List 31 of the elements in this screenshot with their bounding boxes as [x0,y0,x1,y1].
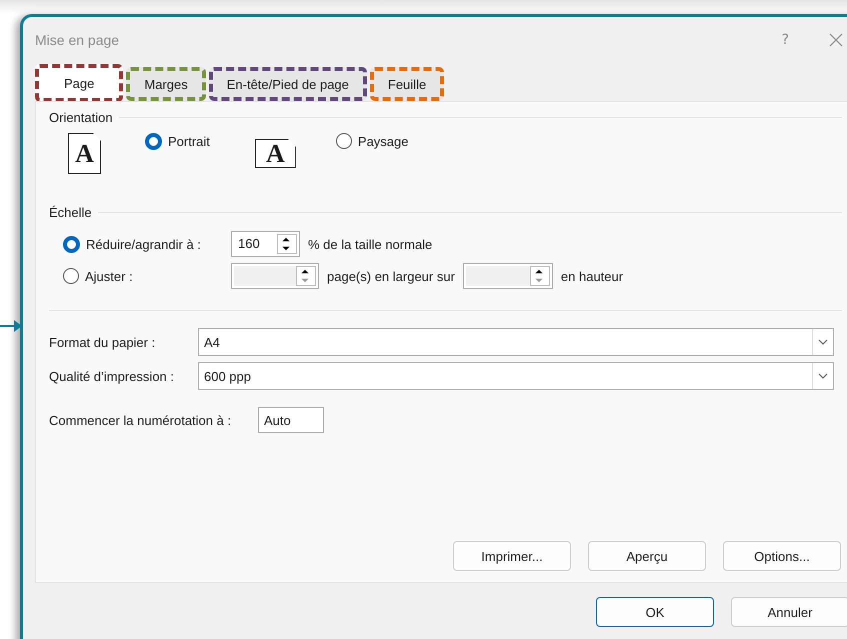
unit-label: page(s) en largeur sur [327,268,455,284]
radio-option[interactable]: Ajuster : [63,268,231,284]
section-label: Orientation [49,110,113,125]
action-button[interactable]: Options... [723,541,841,571]
field-label: Qualité d’impression : [49,368,175,384]
portrait-page-icon: A [68,133,101,174]
spin-field[interactable] [462,263,553,289]
unit-label: en hauteur [560,268,624,284]
field-label: Format du papier : [49,334,156,350]
radio-option[interactable]: Paysage [336,133,408,149]
dialog-button[interactable]: Annuler [731,597,847,627]
tab[interactable]: Feuille [370,67,444,101]
spin-field[interactable]: 160 [231,231,300,257]
dropdown[interactable]: A4 [198,328,834,356]
input-field[interactable]: Auto [258,407,324,433]
unit-label: % de la taille normale [308,236,432,252]
dropdown[interactable]: 600 ppp [198,362,834,390]
radio-option[interactable]: Réduire/agrandir à : [63,236,231,252]
close-icon[interactable] [829,33,843,47]
radio-option[interactable]: Portrait [145,133,210,150]
action-button[interactable]: Imprimer... [453,541,571,571]
action-button[interactable]: Aperçu [588,541,706,571]
dialog-button[interactable]: OK [596,597,714,627]
tab[interactable]: Marges [126,67,206,101]
tab[interactable]: En-tête/Pied de page [208,67,367,101]
section-label: Échelle [49,205,92,220]
spin-field[interactable] [231,263,319,289]
landscape-page-icon: A [254,139,296,168]
field-label: Commencer la numérotation à : [49,412,232,428]
window-title: Mise en page [35,32,120,48]
tab[interactable]: Page [35,64,124,102]
